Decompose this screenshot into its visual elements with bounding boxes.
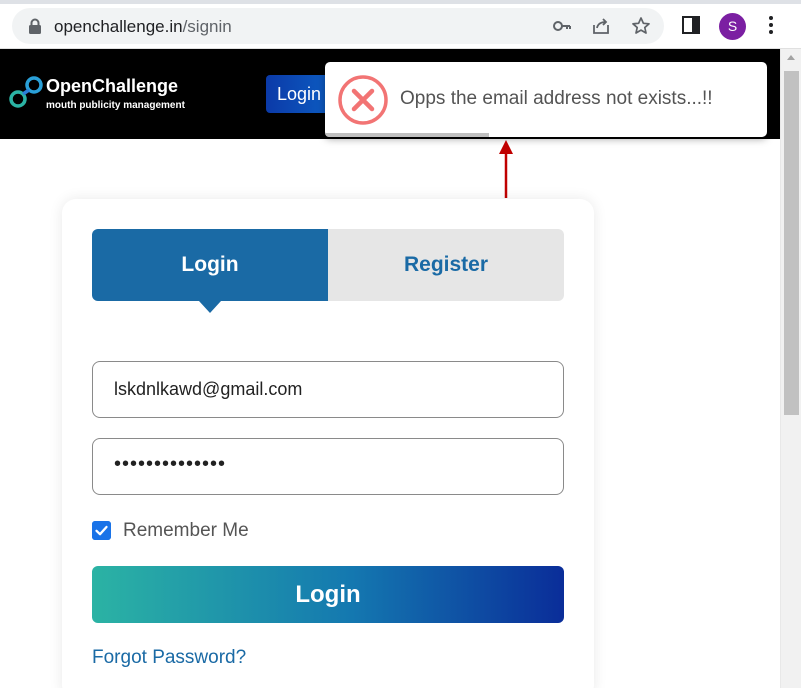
page-scrollbar[interactable] [780, 49, 801, 688]
error-x-icon [338, 75, 388, 125]
email-field[interactable]: lskdnlkawd@gmail.com [92, 361, 564, 418]
star-icon[interactable] [631, 16, 651, 36]
forgot-password-link[interactable]: Forgot Password? [92, 647, 246, 669]
remember-me-checkbox[interactable] [92, 521, 111, 540]
login-submit-button[interactable]: Login [92, 566, 564, 623]
password-field[interactable]: •••••••••••••• [92, 438, 564, 495]
url-path: /signin [182, 17, 232, 36]
toast-timer-progress [325, 133, 489, 137]
profile-avatar[interactable]: S [719, 13, 746, 40]
brand-name[interactable]: OpenChallenge [46, 76, 178, 97]
side-panel-icon[interactable] [680, 14, 702, 36]
menu-dots-icon[interactable] [765, 14, 777, 36]
lock-icon[interactable] [28, 18, 42, 34]
tab-strip [0, 0, 801, 4]
password-value: •••••••••••••• [114, 453, 227, 475]
error-toast: Opps the email address not exists...!! [325, 62, 767, 137]
scroll-up-arrow-icon[interactable] [787, 55, 795, 60]
openchallenge-logo-icon[interactable] [8, 73, 44, 113]
share-icon[interactable] [591, 16, 611, 36]
auth-card: Login Register lskdnlkawd@gmail.com ••••… [62, 199, 594, 688]
url-text[interactable]: openchallenge.in/signin [54, 17, 232, 37]
tab-register[interactable]: Register [328, 229, 564, 301]
remember-me-label[interactable]: Remember Me [123, 520, 249, 542]
toast-message: Opps the email address not exists...!! [400, 88, 713, 109]
annotation-arrow-icon [499, 140, 513, 198]
auth-tabs: Login Register [92, 229, 564, 313]
brand-tagline: mouth publicity management [46, 100, 185, 111]
tab-login[interactable]: Login [92, 229, 328, 301]
key-icon[interactable] [552, 16, 572, 36]
active-tab-pointer [199, 301, 221, 313]
browser-toolbar: openchallenge.in/signin S [0, 0, 801, 49]
email-value: lskdnlkawd@gmail.com [114, 379, 303, 399]
url-host: openchallenge.in [54, 17, 183, 36]
scroll-thumb[interactable] [784, 71, 799, 415]
address-bar[interactable]: openchallenge.in/signin [12, 8, 664, 44]
